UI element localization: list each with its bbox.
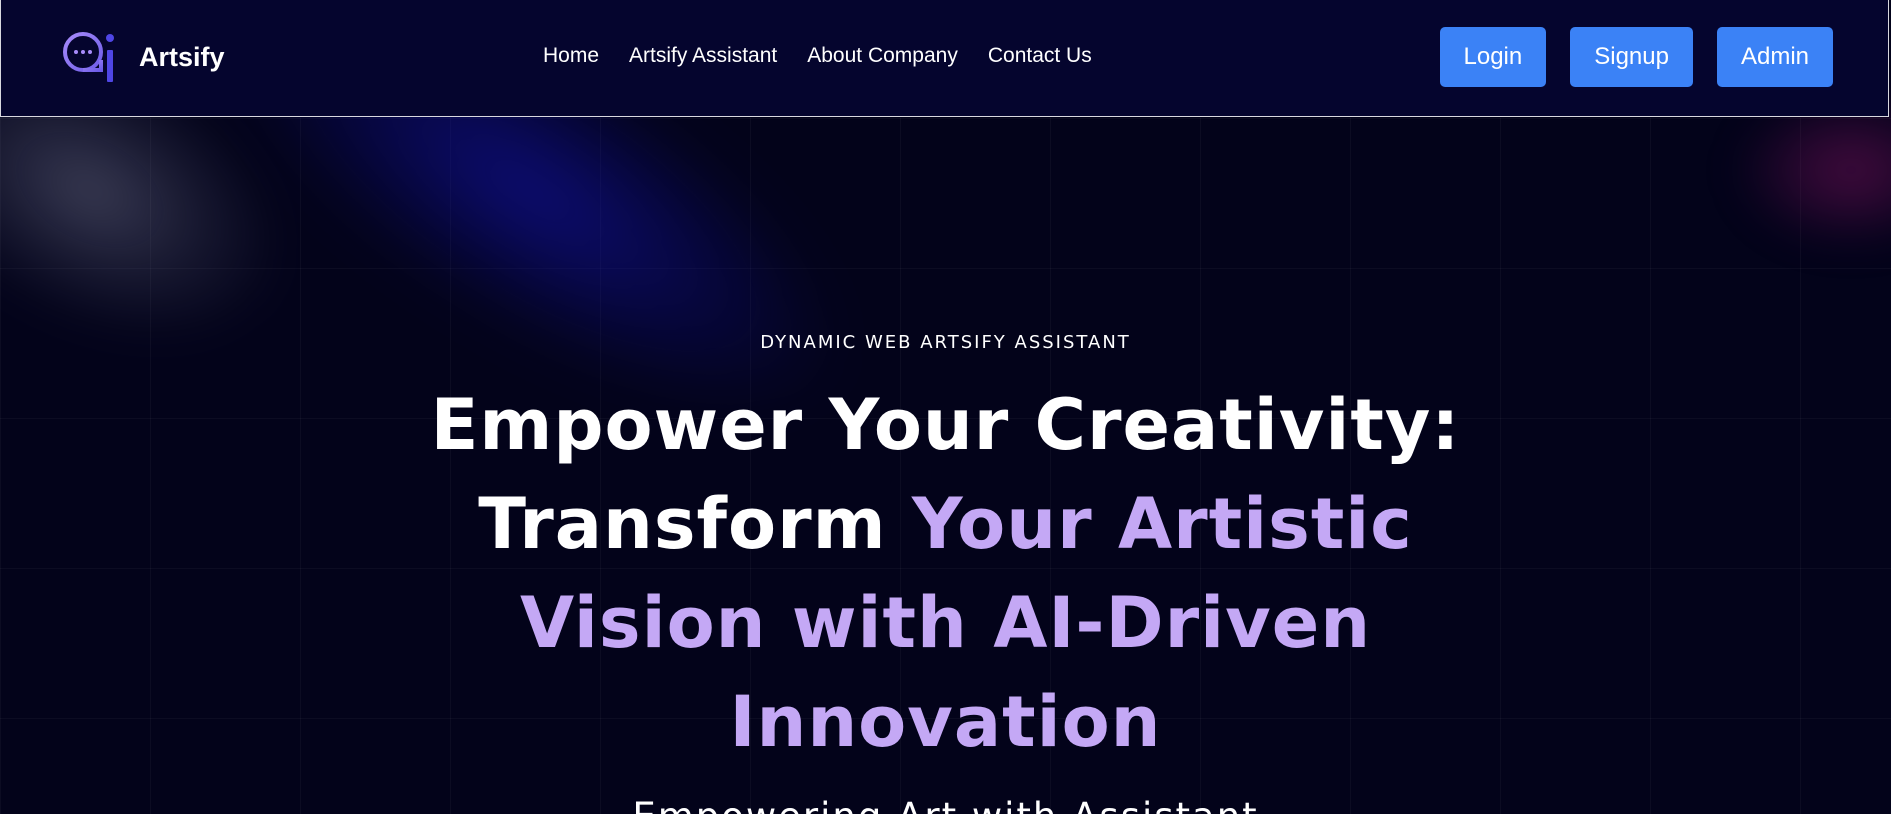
chat-bubble-logo-icon (63, 32, 114, 82)
nav-item-home[interactable]: Home (543, 42, 599, 70)
hero-section: DYNAMIC WEB ARTSIFY ASSISTANT Empower Yo… (0, 330, 1891, 814)
admin-button[interactable]: Admin (1716, 27, 1833, 87)
login-button[interactable]: Login (1439, 27, 1547, 87)
nav-item-about-company[interactable]: About Company (807, 42, 958, 70)
top-navbar: Artsify Home Artsify Assistant About Com… (0, 0, 1889, 117)
main-nav: Home Artsify Assistant About Company Con… (543, 42, 1092, 70)
nav-item-artsify-assistant[interactable]: Artsify Assistant (629, 42, 777, 70)
signup-button[interactable]: Signup (1570, 27, 1693, 87)
hero-subheading: Empowering Art with Assistant (0, 794, 1891, 814)
hero-eyebrow: DYNAMIC WEB ARTSIFY ASSISTANT (760, 332, 1131, 353)
brand-name: Artsify (139, 41, 225, 72)
landing-page: Artsify Home Artsify Assistant About Com… (0, 0, 1891, 814)
brand-logo-link[interactable]: Artsify (61, 30, 225, 84)
nav-item-contact-us[interactable]: Contact Us (988, 42, 1092, 70)
hero-headline: Empower Your Creativity: Transform Your … (346, 376, 1546, 772)
auth-actions: Login Signup Admin (1439, 27, 1833, 87)
